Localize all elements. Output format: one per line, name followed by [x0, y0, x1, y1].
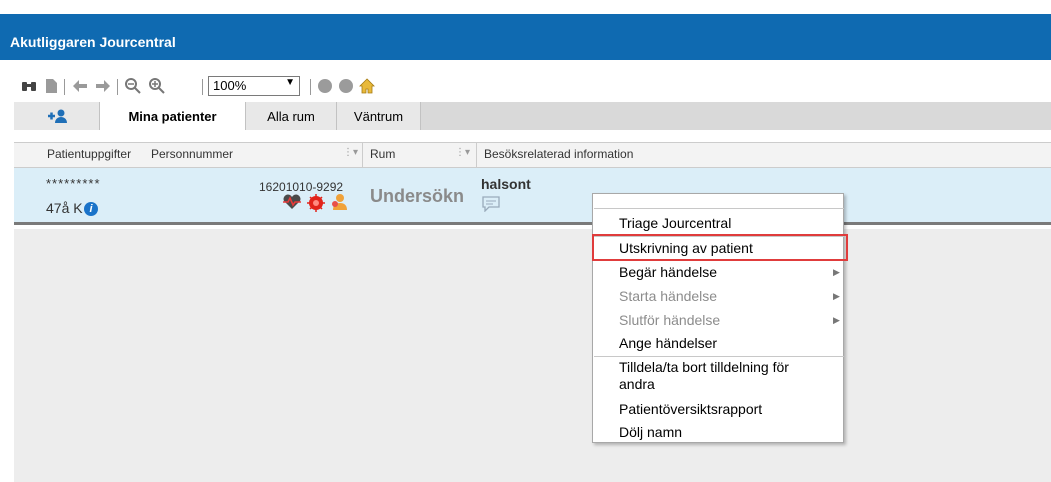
submenu-arrow-icon: ▶: [833, 292, 840, 302]
page-icon[interactable]: [44, 77, 58, 95]
menu-item-starta-handelse[interactable]: Starta händelse: [619, 288, 717, 304]
zoom-value: 100%: [213, 78, 247, 93]
toolbar-separator: [117, 79, 118, 95]
person-icon[interactable]: [330, 193, 348, 214]
toolbar-separator: [202, 79, 203, 95]
tab-alla-rum[interactable]: Alla rum: [246, 102, 337, 130]
tab-vantrum[interactable]: Väntrum: [337, 102, 421, 130]
column-menu-icon[interactable]: ⋮▾: [455, 147, 470, 158]
comment-icon[interactable]: [481, 196, 501, 215]
window-title: Akutliggaren Jourcentral: [10, 34, 176, 50]
room-value: Undersökn: [370, 186, 465, 206]
column-divider: [362, 143, 363, 167]
info-icon[interactable]: i: [84, 202, 98, 216]
context-menu: Triage Jourcentral Utskrivning av patien…: [592, 193, 844, 443]
alert-icon[interactable]: [307, 194, 325, 215]
next-icon[interactable]: [95, 77, 111, 95]
highlight-box: [592, 234, 848, 261]
submenu-arrow-icon: ▶: [833, 316, 840, 326]
patient-age-sex: 47å K: [46, 200, 83, 216]
patient-name: *********: [46, 176, 101, 191]
visit-info-text: halsont: [481, 176, 531, 192]
column-divider: [476, 143, 477, 167]
column-menu-icon[interactable]: ⋮▾: [343, 147, 358, 158]
empty-grid-area: [14, 229, 1051, 482]
zoom-select[interactable]: 100% ▼: [208, 76, 300, 96]
menu-item-patientoversiktsrapport[interactable]: Patientöversiktsrapport: [619, 401, 762, 417]
patient-personnummer: 16201010-9292: [259, 180, 344, 194]
toolbar-separator: [64, 79, 65, 95]
menu-item-dolj-namn[interactable]: Dölj namn: [619, 424, 682, 440]
add-patient-button[interactable]: [14, 102, 100, 130]
menu-separator: [594, 208, 844, 209]
column-header-room[interactable]: Rum: [370, 147, 395, 161]
menu-separator: [594, 356, 844, 357]
menu-item-tilldela[interactable]: Tilldela/ta bort tilldelning för andra: [619, 359, 819, 393]
chevron-down-icon: ▼: [285, 77, 295, 88]
heart-monitor-icon[interactable]: [282, 194, 302, 213]
top-strip: [0, 0, 1051, 14]
menu-item-triage-jourcentral[interactable]: Triage Jourcentral: [619, 215, 731, 231]
menu-item-slutfor-handelse[interactable]: Slutför händelse: [619, 312, 720, 328]
tab-label: Alla rum: [267, 108, 315, 124]
zoom-out-icon[interactable]: [124, 77, 142, 95]
zoom-in-icon[interactable]: [148, 77, 166, 95]
tab-mina-patienter[interactable]: Mina patienter: [100, 102, 246, 130]
tab-label: Mina patienter: [128, 108, 217, 124]
column-header-visit-info[interactable]: Besöksrelaterad information: [484, 147, 633, 161]
column-header-personnummer[interactable]: Personnummer: [151, 147, 233, 161]
binoculars-icon[interactable]: [20, 77, 38, 95]
toolbar-separator: [310, 79, 311, 95]
home-icon[interactable]: [358, 77, 376, 95]
circle-icon[interactable]: [318, 79, 332, 93]
menu-item-ange-handelser[interactable]: Ange händelser: [619, 335, 717, 351]
menu-item-begar-handelse[interactable]: Begär händelse: [619, 264, 717, 280]
prev-icon[interactable]: [72, 77, 88, 95]
tab-label: Väntrum: [353, 108, 404, 124]
submenu-arrow-icon: ▶: [833, 268, 840, 278]
add-person-icon: [47, 109, 67, 123]
title-bar: Akutliggaren Jourcentral: [0, 14, 1051, 60]
column-header-patient[interactable]: Patientuppgifter: [47, 147, 131, 161]
circle-icon[interactable]: [339, 79, 353, 93]
table-row[interactable]: [14, 168, 1051, 225]
